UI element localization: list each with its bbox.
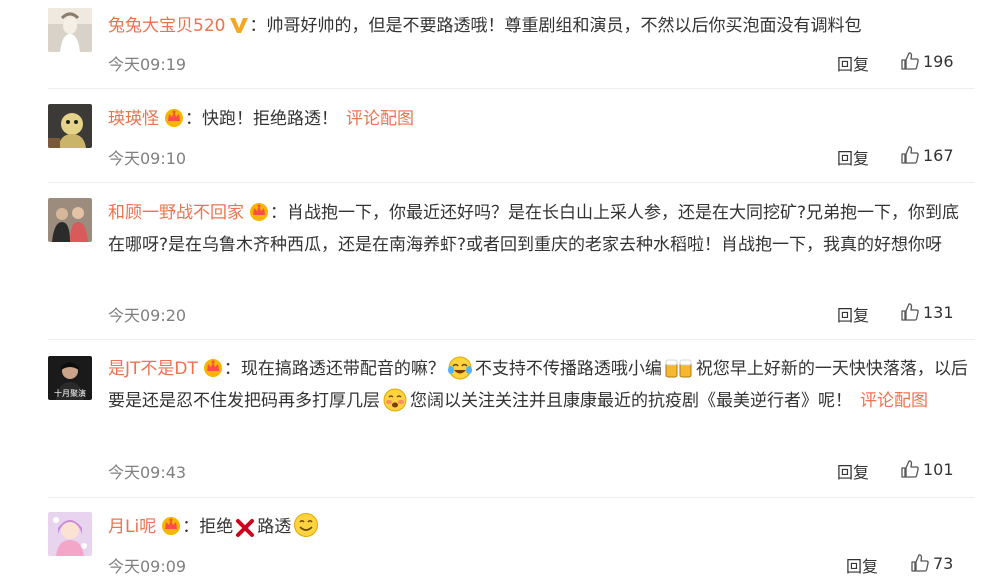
divider bbox=[48, 88, 975, 89]
comment-text: 和顾一野战不回家 ：肖战抱一下，你最近还好吗？是在长白山上采人参，还是在大同挖矿?… bbox=[108, 197, 968, 261]
thumbs-up-icon bbox=[901, 52, 919, 70]
cross-mark-icon bbox=[236, 519, 255, 537]
comment-image-link[interactable]: 评论配图 bbox=[346, 109, 414, 129]
reply-button[interactable]: 回复 bbox=[837, 302, 869, 326]
timestamp: 今天09:20 bbox=[108, 306, 187, 325]
comment-body: 快跑！拒绝路透！ bbox=[202, 109, 338, 129]
comment-body: 路透 bbox=[257, 517, 292, 537]
beer-cheers-emoji-icon bbox=[665, 359, 692, 378]
like-count: 73 bbox=[933, 553, 954, 573]
comment-body: 帅哥好帅的，但是不要路透哦！尊重剧组和演员，不然以后你买泡面没有调料包 bbox=[266, 16, 862, 36]
avatar-caption: 十月聚演 bbox=[54, 388, 86, 398]
avatar[interactable] bbox=[48, 198, 92, 242]
avatar[interactable] bbox=[48, 512, 92, 556]
like-button[interactable]: 167 bbox=[900, 145, 954, 165]
crown-icon bbox=[162, 517, 181, 535]
timestamp: 今天09:19 bbox=[108, 55, 187, 74]
username-link[interactable]: 是JT不是DT bbox=[108, 359, 198, 379]
avatar[interactable] bbox=[48, 8, 92, 52]
comment-text: 瑛瑛怪 ：快跑！拒绝路透！ 评论配图 bbox=[108, 103, 968, 135]
like-count: 131 bbox=[923, 302, 954, 322]
reply-button[interactable]: 回复 bbox=[846, 553, 878, 577]
colon: ： bbox=[249, 16, 267, 36]
crown-icon bbox=[165, 109, 183, 127]
crying-laughing-emoji-icon bbox=[447, 356, 472, 380]
smile-emoji-icon bbox=[294, 513, 319, 537]
reply-button[interactable]: 回复 bbox=[837, 459, 869, 483]
like-button[interactable]: 196 bbox=[900, 51, 954, 71]
timestamp: 今天09:09 bbox=[108, 557, 187, 576]
like-button[interactable]: 101 bbox=[900, 459, 954, 479]
comment-body: 不支持不传播路透哦小编 bbox=[474, 359, 662, 379]
username-link[interactable]: 和顾一野战不回家 bbox=[108, 203, 244, 223]
v-badge-icon bbox=[230, 18, 249, 33]
thumbs-up-icon bbox=[901, 303, 919, 321]
divider bbox=[48, 182, 975, 183]
comment-image-link[interactable]: 评论配图 bbox=[860, 391, 928, 411]
like-count: 196 bbox=[923, 51, 954, 71]
colon: ： bbox=[182, 517, 200, 537]
like-button[interactable]: 131 bbox=[900, 302, 954, 322]
divider bbox=[48, 497, 975, 498]
comment-text: 是JT不是DT ：现在搞路透还带配音的嘛？ 不支持不传播路透哦小编 祝您早上好新的一天… bbox=[108, 353, 968, 417]
comment-text: 兔兔大宝贝520 ：帅哥好帅的，但是不要路透哦！尊重剧组和演员，不然以后你买泡面没… bbox=[108, 10, 968, 42]
avatar[interactable]: 十月聚演 bbox=[48, 356, 92, 400]
colon: ： bbox=[270, 203, 287, 223]
timestamp: 今天09:43 bbox=[108, 463, 187, 482]
thumbs-up-icon bbox=[911, 554, 929, 572]
comment-text: 月Li呢 ：拒绝 路透 bbox=[108, 511, 968, 543]
comment-body: 您阔以关注关注并且康康最近的抗疫剧《最美逆行者》呢！ bbox=[410, 391, 852, 411]
username-link[interactable]: 兔兔大宝贝520 bbox=[108, 16, 225, 36]
reply-button[interactable]: 回复 bbox=[837, 51, 869, 75]
like-count: 101 bbox=[923, 459, 954, 479]
colon: ： bbox=[223, 359, 241, 379]
crown-icon bbox=[250, 203, 268, 221]
like-count: 167 bbox=[923, 145, 954, 165]
divider bbox=[48, 339, 975, 340]
avatar[interactable] bbox=[48, 104, 92, 148]
timestamp: 今天09:10 bbox=[108, 149, 187, 168]
comment-body: 拒绝 bbox=[199, 517, 234, 537]
crown-icon bbox=[203, 359, 222, 377]
comment-body: 现在搞路透还带配音的嘛？ bbox=[240, 359, 445, 379]
colon: ： bbox=[185, 109, 202, 129]
thumbs-up-icon bbox=[901, 146, 919, 164]
like-button[interactable]: 73 bbox=[910, 553, 953, 573]
username-link[interactable]: 瑛瑛怪 bbox=[108, 109, 159, 129]
reply-button[interactable]: 回复 bbox=[837, 145, 869, 169]
shy-smile-emoji-icon bbox=[383, 388, 407, 412]
thumbs-up-icon bbox=[901, 460, 919, 478]
username-link[interactable]: 月Li呢 bbox=[108, 517, 156, 537]
